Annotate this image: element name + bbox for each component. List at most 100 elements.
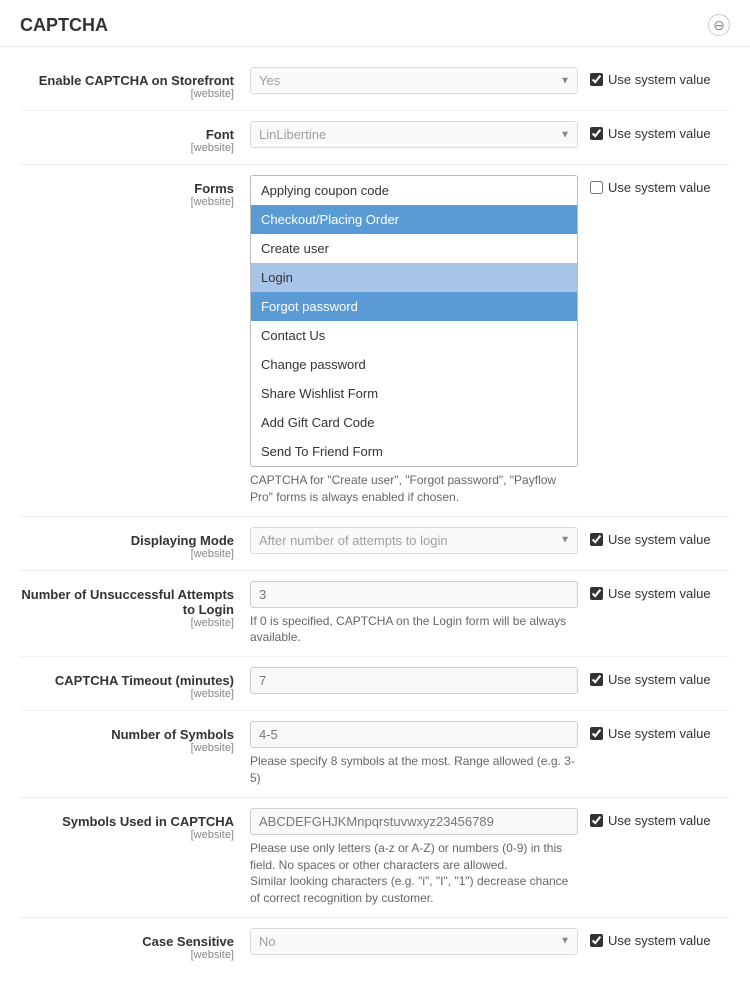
case-sensitive-sublabel: [website]: [20, 949, 234, 961]
collapse-icon[interactable]: ⊖: [708, 14, 730, 36]
forms-system-value: Use system value: [590, 175, 730, 195]
case-sensitive-input-wrap: No ▼: [250, 928, 578, 955]
font-system-label[interactable]: Use system value: [608, 126, 711, 141]
timeout-label: CAPTCHA Timeout (minutes): [20, 673, 234, 688]
timeout-system-label[interactable]: Use system value: [608, 672, 711, 687]
forms-label-col: Forms [website]: [20, 175, 250, 208]
enable-captcha-system-value: Use system value: [590, 67, 730, 87]
symbols-used-label-col: Symbols Used in CAPTCHA [website]: [20, 808, 250, 841]
symbols-used-system-checkbox[interactable]: [590, 814, 603, 827]
unsuccessful-attempts-control: If 0 is specified, CAPTCHA on the Login …: [250, 581, 730, 647]
case-sensitive-select[interactable]: No: [250, 928, 578, 955]
displaying-mode-select-wrapper[interactable]: After number of attempts to login ▼: [250, 527, 578, 554]
num-symbols-label-col: Number of Symbols [website]: [20, 721, 250, 754]
enable-captcha-system-checkbox[interactable]: [590, 73, 603, 86]
font-label-col: Font [website]: [20, 121, 250, 154]
timeout-system-value: Use system value: [590, 667, 730, 687]
forms-sublabel: [website]: [20, 196, 234, 208]
unsuccessful-attempts-system-label[interactable]: Use system value: [608, 586, 711, 601]
symbols-used-row: Symbols Used in CAPTCHA [website] Please…: [20, 798, 730, 918]
enable-captcha-system-label[interactable]: Use system value: [608, 72, 711, 87]
case-sensitive-system-value: Use system value: [590, 928, 730, 948]
forms-label: Forms: [20, 181, 234, 196]
enable-captcha-control: Yes ▼ Use system value: [250, 67, 730, 94]
symbols-used-system-label[interactable]: Use system value: [608, 813, 711, 828]
num-symbols-help-text: Please specify 8 symbols at the most. Ra…: [250, 753, 578, 787]
forms-input-wrap: Applying coupon code Checkout/Placing Or…: [250, 175, 578, 506]
unsuccessful-attempts-sublabel: [website]: [20, 617, 234, 629]
font-row: Font [website] LinLibertine ▼ Use system…: [20, 111, 730, 165]
page-header: CAPTCHA ⊖: [0, 0, 750, 47]
forms-row: Forms [website] Applying coupon code Che…: [20, 165, 730, 517]
list-item[interactable]: Contact Us: [251, 321, 577, 350]
list-item[interactable]: Checkout/Placing Order: [251, 205, 577, 234]
unsuccessful-attempts-system-checkbox[interactable]: [590, 587, 603, 600]
forms-control: Applying coupon code Checkout/Placing Or…: [250, 175, 730, 506]
displaying-mode-input-wrap: After number of attempts to login ▼: [250, 527, 578, 554]
timeout-input-wrap: [250, 667, 578, 694]
enable-captcha-select-wrapper[interactable]: Yes ▼: [250, 67, 578, 94]
timeout-system-checkbox[interactable]: [590, 673, 603, 686]
forms-system-checkbox[interactable]: [590, 181, 603, 194]
num-symbols-system-value: Use system value: [590, 721, 730, 741]
num-symbols-system-label[interactable]: Use system value: [608, 726, 711, 741]
forms-system-label[interactable]: Use system value: [608, 180, 711, 195]
num-symbols-system-checkbox[interactable]: [590, 727, 603, 740]
font-select-wrapper[interactable]: LinLibertine ▼: [250, 121, 578, 148]
forms-multiselect[interactable]: Applying coupon code Checkout/Placing Or…: [250, 175, 578, 467]
displaying-mode-system-label[interactable]: Use system value: [608, 532, 711, 547]
font-label: Font: [20, 127, 234, 142]
enable-captcha-select[interactable]: Yes: [250, 67, 578, 94]
font-control: LinLibertine ▼ Use system value: [250, 121, 730, 148]
font-input-wrap: LinLibertine ▼: [250, 121, 578, 148]
case-sensitive-system-checkbox[interactable]: [590, 934, 603, 947]
timeout-label-col: CAPTCHA Timeout (minutes) [website]: [20, 667, 250, 700]
list-item[interactable]: Forgot password: [251, 292, 577, 321]
unsuccessful-attempts-label: Number of Unsuccessful Attempts to Login: [20, 587, 234, 617]
num-symbols-control: Please specify 8 symbols at the most. Ra…: [250, 721, 730, 787]
list-item[interactable]: Login: [251, 263, 577, 292]
unsuccessful-attempts-help-text: If 0 is specified, CAPTCHA on the Login …: [250, 613, 578, 647]
displaying-mode-control: After number of attempts to login ▼ Use …: [250, 527, 730, 554]
case-sensitive-label-col: Case Sensitive [website]: [20, 928, 250, 961]
num-symbols-input-wrap: Please specify 8 symbols at the most. Ra…: [250, 721, 578, 787]
num-symbols-row: Number of Symbols [website] Please speci…: [20, 711, 730, 798]
displaying-mode-system-checkbox[interactable]: [590, 533, 603, 546]
unsuccessful-attempts-input-wrap: If 0 is specified, CAPTCHA on the Login …: [250, 581, 578, 647]
case-sensitive-control: No ▼ Use system value: [250, 928, 730, 955]
font-sublabel: [website]: [20, 142, 234, 154]
case-sensitive-select-wrapper[interactable]: No ▼: [250, 928, 578, 955]
unsuccessful-attempts-input[interactable]: [250, 581, 578, 608]
displaying-mode-label-col: Displaying Mode [website]: [20, 527, 250, 560]
list-item[interactable]: Share Wishlist Form: [251, 379, 577, 408]
symbols-used-help-text: Please use only letters (a-z or A-Z) or …: [250, 840, 578, 907]
case-sensitive-row: Case Sensitive [website] No ▼ Use system…: [20, 918, 730, 971]
forms-help-text: CAPTCHA for "Create user", "Forgot passw…: [250, 472, 578, 506]
unsuccessful-attempts-system-value: Use system value: [590, 581, 730, 601]
symbols-used-sublabel: [website]: [20, 829, 234, 841]
timeout-row: CAPTCHA Timeout (minutes) [website] Use …: [20, 657, 730, 711]
list-item[interactable]: Applying coupon code: [251, 176, 577, 205]
displaying-mode-label: Displaying Mode: [20, 533, 234, 548]
enable-captcha-input-wrap: Yes ▼: [250, 67, 578, 94]
list-item[interactable]: Create user: [251, 234, 577, 263]
num-symbols-label: Number of Symbols: [20, 727, 234, 742]
case-sensitive-system-label[interactable]: Use system value: [608, 933, 711, 948]
list-item[interactable]: Change password: [251, 350, 577, 379]
enable-captcha-sublabel: [website]: [20, 88, 234, 100]
displaying-mode-system-value: Use system value: [590, 527, 730, 547]
form-section: Enable CAPTCHA on Storefront [website] Y…: [0, 47, 750, 981]
list-item[interactable]: Send To Friend Form: [251, 437, 577, 466]
symbols-used-input[interactable]: [250, 808, 578, 835]
list-item[interactable]: Add Gift Card Code: [251, 408, 577, 437]
timeout-input[interactable]: [250, 667, 578, 694]
unsuccessful-attempts-label-col: Number of Unsuccessful Attempts to Login…: [20, 581, 250, 629]
symbols-used-label: Symbols Used in CAPTCHA: [20, 814, 234, 829]
enable-captcha-label-col: Enable CAPTCHA on Storefront [website]: [20, 67, 250, 100]
font-system-checkbox[interactable]: [590, 127, 603, 140]
page-title: CAPTCHA: [20, 15, 108, 36]
displaying-mode-select[interactable]: After number of attempts to login: [250, 527, 578, 554]
unsuccessful-attempts-row: Number of Unsuccessful Attempts to Login…: [20, 571, 730, 658]
num-symbols-input[interactable]: [250, 721, 578, 748]
font-select[interactable]: LinLibertine: [250, 121, 578, 148]
